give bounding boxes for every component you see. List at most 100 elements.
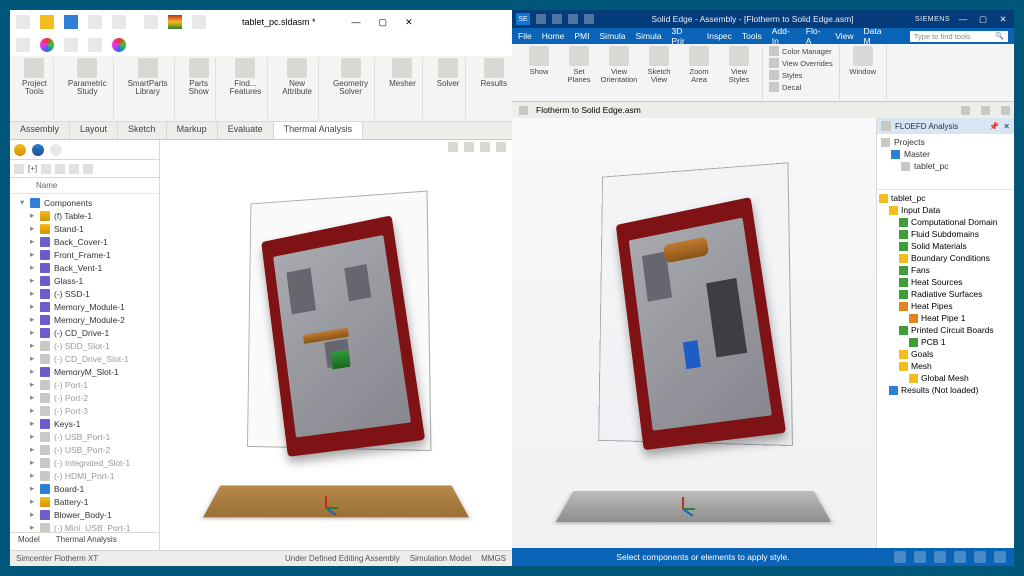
- ribbon-group[interactable]: New Attribute: [276, 58, 319, 119]
- maximize-button[interactable]: ▢: [379, 17, 388, 28]
- tree-node[interactable]: ▸(-) Port-3: [10, 404, 159, 417]
- menu-item[interactable]: Add-In: [772, 26, 796, 46]
- analysis-node[interactable]: Results (Not loaded): [879, 384, 1012, 396]
- multi-icon[interactable]: [112, 38, 126, 52]
- status-icon[interactable]: [914, 551, 926, 563]
- tree-footer-tab[interactable]: Model: [10, 533, 48, 550]
- tree-node[interactable]: ▸Keys-1: [10, 417, 159, 430]
- pane-close-icon[interactable]: ✕: [1003, 122, 1010, 131]
- tree-node[interactable]: ▸(-) USB_Port-2: [10, 443, 159, 456]
- ribbon-small-item[interactable]: View Overrides: [769, 58, 833, 68]
- qa-icon[interactable]: [536, 14, 546, 24]
- menu-item[interactable]: Simula: [600, 31, 626, 41]
- ribbon-small-item[interactable]: Styles: [769, 70, 833, 80]
- project-node[interactable]: Master: [881, 148, 1010, 160]
- pan-icon[interactable]: [16, 38, 30, 52]
- status-icon[interactable]: [974, 551, 986, 563]
- print-icon[interactable]: [88, 15, 102, 29]
- tree-node[interactable]: ▸Board-1: [10, 482, 159, 495]
- menu-item[interactable]: Tools: [742, 31, 762, 41]
- tree-node-root[interactable]: ▾ Components: [10, 196, 159, 209]
- tree-node[interactable]: ▸Stand-1: [10, 222, 159, 235]
- ribbon-button[interactable]: Sketch View: [642, 46, 676, 84]
- ribbon-small-item[interactable]: Color Manager: [769, 46, 833, 56]
- analysis-node[interactable]: Solid Materials: [879, 240, 1012, 252]
- analysis-node[interactable]: Heat Pipes: [879, 300, 1012, 312]
- arrow-icon[interactable]: [144, 15, 158, 29]
- analysis-node[interactable]: Fluid Subdomains: [879, 228, 1012, 240]
- analysis-node[interactable]: Goals: [879, 348, 1012, 360]
- feature-tab[interactable]: Thermal Analysis: [274, 122, 364, 139]
- ribbon-button[interactable]: Show: [522, 46, 556, 76]
- ribbon-button[interactable]: View Orientation: [602, 46, 636, 84]
- viewport-left[interactable]: [160, 140, 512, 550]
- analysis-node[interactable]: Heat Pipe 1: [879, 312, 1012, 324]
- menu-item[interactable]: Inspec: [707, 31, 732, 41]
- tree-node[interactable]: ▸(-) CD_Drive_Slot-1: [10, 352, 159, 365]
- tree-node[interactable]: ▸(-) CD_Drive-1: [10, 326, 159, 339]
- analysis-node[interactable]: Input Data: [879, 204, 1012, 216]
- tree-footer-tab[interactable]: Thermal Analysis: [48, 533, 125, 550]
- color-icon[interactable]: [40, 38, 54, 52]
- analysis-node[interactable]: Computational Domain: [879, 216, 1012, 228]
- ribbon-small-item[interactable]: Decal: [769, 82, 833, 92]
- menu-item[interactable]: Home: [542, 31, 565, 41]
- doc-pin-icon[interactable]: [961, 106, 970, 115]
- tree-nav-icon[interactable]: [14, 144, 26, 156]
- menu-item[interactable]: Data M: [864, 26, 890, 46]
- save-icon[interactable]: [64, 15, 78, 29]
- feature-tab[interactable]: Layout: [70, 122, 118, 139]
- ribbon-group[interactable]: Parametric Study: [62, 58, 114, 119]
- menu-item[interactable]: Flo-A: [806, 26, 825, 46]
- feature-tab[interactable]: Assembly: [10, 122, 70, 139]
- tree-node[interactable]: ▸(-) SSD-1: [10, 287, 159, 300]
- pane-pin-icon[interactable]: 📌: [989, 122, 999, 131]
- status-icon[interactable]: [894, 551, 906, 563]
- maximize-button[interactable]: ▢: [976, 14, 990, 25]
- tree-node[interactable]: ▸Back_Vent-1: [10, 261, 159, 274]
- tree-node[interactable]: ▸Glass-1: [10, 274, 159, 287]
- search-input[interactable]: Type to find tools: [910, 31, 1008, 42]
- status-icon[interactable]: [994, 551, 1006, 563]
- analysis-node[interactable]: PCB 1: [879, 336, 1012, 348]
- doc-close-icon[interactable]: [1001, 106, 1010, 115]
- ribbon-group[interactable]: SmartParts Library: [122, 58, 175, 119]
- tree-nav-icon[interactable]: [32, 144, 44, 156]
- tree-nav-icon[interactable]: [50, 144, 62, 156]
- menu-item[interactable]: File: [518, 31, 532, 41]
- doc-tab[interactable]: Flotherm to Solid Edge.asm: [536, 105, 641, 115]
- options-icon[interactable]: [112, 15, 126, 29]
- ribbon-button[interactable]: View Styles: [722, 46, 756, 84]
- ribbon-group[interactable]: Mesher: [383, 58, 423, 119]
- tree-node[interactable]: ▸(-) Port-2: [10, 391, 159, 404]
- feature-tab[interactable]: Sketch: [118, 122, 167, 139]
- feature-tab[interactable]: Evaluate: [218, 122, 274, 139]
- menu-item[interactable]: 3D Prir: [671, 26, 696, 46]
- minimize-button[interactable]: —: [352, 17, 361, 27]
- menu-item[interactable]: View: [835, 31, 853, 41]
- paint-icon[interactable]: [88, 38, 102, 52]
- tree-node[interactable]: ▸MemoryM_Slot-1: [10, 365, 159, 378]
- qa-icon[interactable]: [568, 14, 578, 24]
- tree-node[interactable]: ▸(-) USB_Port-1: [10, 430, 159, 443]
- close-button[interactable]: ✕: [405, 17, 413, 28]
- qa-icon[interactable]: [552, 14, 562, 24]
- open-icon[interactable]: [40, 15, 54, 29]
- tree-node[interactable]: ▸(-) Integrated_Slot-1: [10, 456, 159, 469]
- tree-node[interactable]: ▸Memory_Module-2: [10, 313, 159, 326]
- ribbon-window-button[interactable]: Window: [846, 46, 880, 76]
- analysis-node[interactable]: Fans: [879, 264, 1012, 276]
- ribbon-group[interactable]: Solver: [431, 58, 467, 119]
- ribbon-button[interactable]: Zoom Area: [682, 46, 716, 84]
- tree-node[interactable]: ▸(f) Table-1: [10, 209, 159, 222]
- close-button[interactable]: ✕: [996, 14, 1010, 25]
- project-node[interactable]: tablet_pc: [881, 160, 1010, 172]
- ribbon-group[interactable]: Geometry Solver: [327, 58, 375, 119]
- tree-node[interactable]: ▸Back_Cover-1: [10, 235, 159, 248]
- ribbon-group[interactable]: Project Tools: [16, 58, 54, 119]
- tree-node[interactable]: ▸Memory_Module-1: [10, 300, 159, 313]
- tree-node[interactable]: ▸(-) SDD_Slot-1: [10, 339, 159, 352]
- traffic-icon[interactable]: [168, 15, 182, 29]
- qa-icon[interactable]: [584, 14, 594, 24]
- status-icon[interactable]: [954, 551, 966, 563]
